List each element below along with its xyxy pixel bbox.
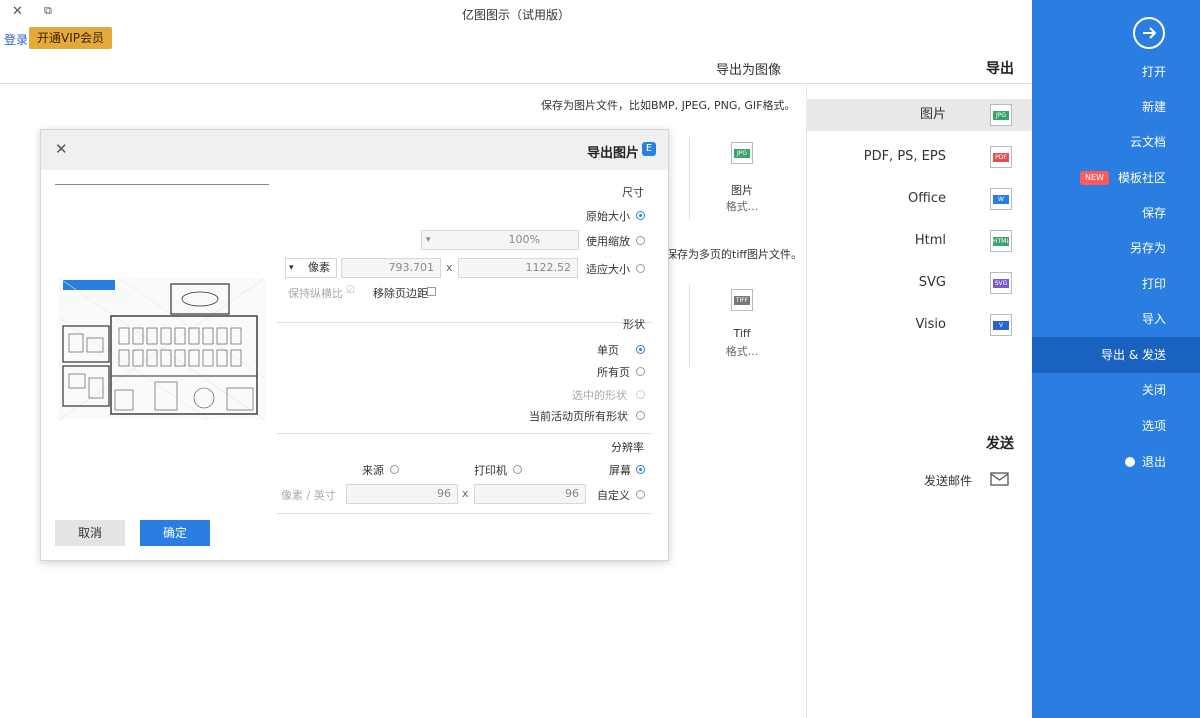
printer-label: 打印机 bbox=[474, 464, 507, 477]
back-arrow-icon[interactable] bbox=[1133, 17, 1165, 49]
mail-icon bbox=[990, 472, 1009, 486]
tiff-format-card[interactable]: TIFF Tiff 格式... bbox=[712, 287, 772, 365]
dialog-close-icon[interactable]: ✕ bbox=[55, 140, 68, 158]
title-bar: 亿图图示（试用版） bbox=[0, 0, 1032, 28]
sidebar-item-cloud-docs[interactable]: 云文档 bbox=[1032, 124, 1200, 160]
original-size-label: 原始大小 bbox=[586, 210, 630, 223]
radio-use-scale[interactable] bbox=[636, 236, 645, 245]
tiff-file-icon: TIFF bbox=[731, 289, 753, 311]
dialog-title: 导出图片 bbox=[587, 146, 640, 161]
exit-icon bbox=[1125, 457, 1135, 467]
single-page-label: 单页 bbox=[597, 344, 619, 357]
shape-section-label: 形状 bbox=[623, 318, 645, 331]
sidebar-item-new[interactable]: 新建 bbox=[1032, 89, 1200, 125]
dpi-x-field[interactable]: 96 bbox=[474, 484, 586, 504]
keep-ratio-label: 保持纵横比 bbox=[288, 287, 343, 300]
remove-margin-checkbox[interactable] bbox=[427, 287, 436, 296]
jpg-file-icon: JPG bbox=[731, 142, 753, 164]
window-title: 亿图图示（试用版） bbox=[461, 8, 570, 22]
keep-ratio-checkbox[interactable]: ☑ bbox=[346, 285, 355, 296]
svg-file-icon: SVG bbox=[990, 272, 1012, 294]
remove-margin-label: 移除页边距 bbox=[373, 287, 428, 300]
preview-top-line bbox=[55, 184, 269, 185]
radio-single-page[interactable] bbox=[636, 345, 645, 354]
close-window-icon[interactable]: ✕ bbox=[12, 4, 23, 19]
ok-button[interactable]: 确定 bbox=[140, 520, 210, 546]
sidebar-item-save[interactable]: 保存 bbox=[1032, 195, 1200, 231]
size-section-label: 尺寸 bbox=[622, 186, 644, 199]
send-heading: 发送 bbox=[986, 436, 1014, 452]
new-badge: NEW bbox=[1080, 171, 1109, 185]
sidebar-item-import[interactable]: 导入 bbox=[1032, 301, 1200, 337]
width-field[interactable]: 1122.52 bbox=[458, 258, 578, 278]
sidebar-item-open[interactable]: 打开 bbox=[1032, 54, 1200, 90]
radio-all-pages[interactable] bbox=[636, 367, 645, 376]
sidebar-item-options[interactable]: 选项 bbox=[1032, 408, 1200, 444]
export-menu bbox=[806, 83, 1032, 718]
all-pages-label: 所有页 bbox=[597, 366, 630, 379]
sidebar-item-print[interactable]: 打印 bbox=[1032, 266, 1200, 302]
html-file-icon: HTML bbox=[990, 230, 1012, 252]
radio-current-page-shapes[interactable] bbox=[636, 411, 645, 420]
panel-heading: 导出为图像 bbox=[716, 63, 782, 78]
login-link[interactable]: 登录 bbox=[4, 31, 28, 48]
radio-original-size[interactable] bbox=[636, 211, 645, 220]
export-image-dialog: ✕ E 导出图片 尺寸 原始大小 使用缩放 100% ▾ 适应大小 1122.5… bbox=[40, 129, 669, 561]
sidebar-item-export-send[interactable]: 导出 & 发送 bbox=[1032, 337, 1200, 373]
dpi-unit-label: 像素 / 英寸 bbox=[281, 489, 336, 502]
radio-printer[interactable] bbox=[513, 465, 522, 474]
use-scale-label: 使用缩放 bbox=[586, 235, 630, 248]
radio-selected-shapes[interactable] bbox=[636, 390, 645, 399]
restore-window-icon[interactable]: ⧉ bbox=[44, 4, 52, 18]
vip-button[interactable]: 开通VIP会员 bbox=[29, 27, 112, 49]
unit-select[interactable]: 像素 ▾ bbox=[285, 258, 337, 278]
resolution-section-label: 分辨率 bbox=[611, 441, 644, 454]
scale-select[interactable]: 100% ▾ bbox=[421, 230, 579, 250]
chevron-down-icon: ▾ bbox=[289, 263, 294, 273]
image-description: 保存为图片文件，比如BMP, JPEG, PNG, GIF格式。 bbox=[541, 99, 796, 112]
fit-size-label: 适应大小 bbox=[586, 263, 630, 276]
image-format-card[interactable]: JPG 图片 格式... bbox=[712, 140, 772, 218]
current-page-shapes-label: 当前活动页所有形状 bbox=[529, 410, 628, 423]
send-email-label: 发送邮件 bbox=[924, 474, 973, 488]
cancel-button[interactable]: 取消 bbox=[55, 520, 125, 546]
times-sign: x bbox=[446, 261, 453, 274]
card-divider bbox=[689, 137, 690, 219]
radio-source[interactable] bbox=[390, 465, 399, 474]
app-logo-icon: E bbox=[642, 142, 656, 156]
height-field[interactable]: 793.701 bbox=[341, 258, 441, 278]
sidebar-item-exit[interactable]: 退出 bbox=[1032, 444, 1200, 480]
sidebar-item-save-as[interactable]: 另存为 bbox=[1032, 230, 1200, 266]
tiff-description: 保存为多页的tiff图片文件。 bbox=[666, 248, 802, 261]
selected-shapes-label: 选中的形状 bbox=[572, 389, 627, 402]
jpg-file-icon: JPG bbox=[990, 104, 1012, 126]
visio-file-icon: V bbox=[990, 314, 1012, 336]
radio-screen[interactable] bbox=[636, 465, 645, 474]
dialog-header: ✕ E 导出图片 bbox=[41, 130, 668, 170]
times-sign: x bbox=[462, 487, 469, 500]
export-heading: 导出 bbox=[986, 61, 1014, 77]
floorplan-preview bbox=[59, 278, 265, 420]
pdf-file-icon: PDF bbox=[990, 146, 1012, 168]
section-divider bbox=[276, 322, 653, 323]
section-divider bbox=[276, 513, 653, 514]
send-email-item[interactable]: 发送邮件 bbox=[920, 469, 1020, 491]
custom-label: 自定义 bbox=[597, 489, 630, 502]
radio-fit-size[interactable] bbox=[636, 264, 645, 273]
source-label: 来源 bbox=[362, 464, 384, 477]
radio-custom[interactable] bbox=[636, 490, 645, 499]
word-file-icon: W bbox=[990, 188, 1012, 210]
card-divider bbox=[689, 285, 690, 367]
sidebar-item-close[interactable]: 关闭 bbox=[1032, 372, 1200, 408]
chevron-down-icon: ▾ bbox=[426, 235, 431, 245]
screen-label: 屏幕 bbox=[609, 464, 631, 477]
sidebar-item-template-community[interactable]: 模板社区 NEW bbox=[1032, 160, 1200, 196]
section-divider bbox=[276, 433, 653, 434]
dpi-y-field[interactable]: 96 bbox=[346, 484, 458, 504]
